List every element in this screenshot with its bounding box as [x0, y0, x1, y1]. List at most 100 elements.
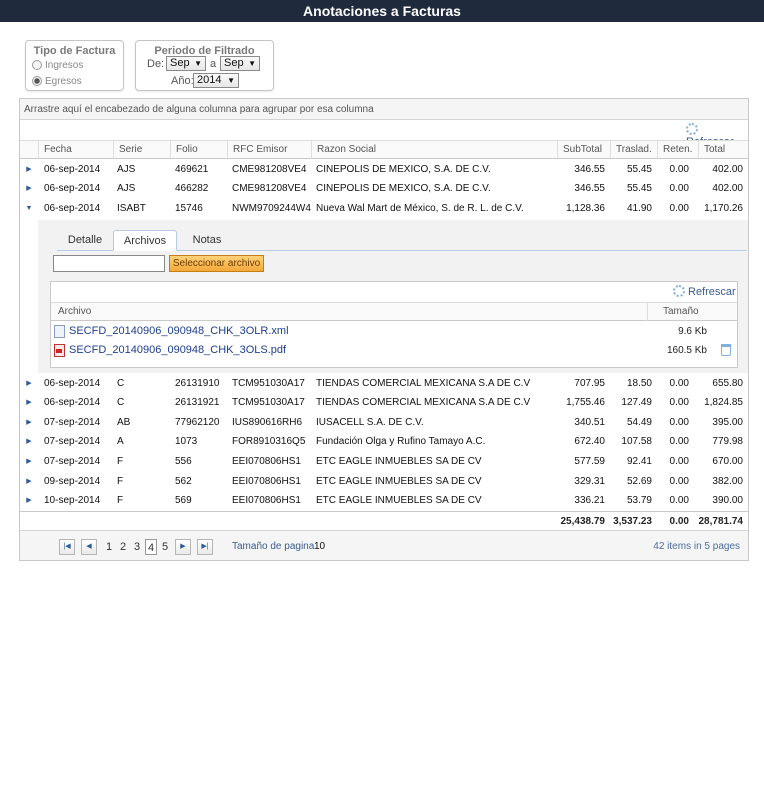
month-from-select[interactable]: Sep ▼: [166, 56, 206, 71]
radio-egresos[interactable]: Egresos: [32, 75, 82, 89]
column-header-razon-social[interactable]: Razon Social: [311, 141, 557, 159]
expand-row-icon[interactable]: ▶: [20, 452, 38, 471]
cell-rfc: EEI070806HS1: [232, 495, 301, 506]
pager-info: 42 items in 5 pages: [653, 541, 740, 552]
column-header-serie[interactable]: Serie: [113, 141, 170, 159]
cell-fecha: 10-sep-2014: [44, 495, 101, 506]
file-upload-input[interactable]: [53, 255, 165, 272]
expand-row-icon[interactable]: ▶: [20, 160, 38, 179]
month-to-value: Sep: [224, 57, 244, 69]
table-row[interactable]: ▶ 06-sep-2014 C 26131910 TCM951030A17 TIENDAS…: [20, 374, 748, 393]
cell-reten: 0.00: [669, 476, 689, 487]
expand-row-icon[interactable]: ▶: [20, 393, 38, 412]
column-header-subtotal[interactable]: SubTotal: [557, 141, 610, 159]
page-1[interactable]: 1: [103, 539, 115, 555]
column-header-traslad[interactable]: Traslad.: [610, 141, 657, 159]
page-4-current[interactable]: 4: [145, 539, 157, 555]
cell-traslad: 18.50: [626, 378, 652, 389]
page-2[interactable]: 2: [117, 539, 129, 555]
cell-subtotal: 346.55: [574, 164, 605, 175]
table-row[interactable]: ▼ 06-sep-2014 ISABT 15746 NWM9709244W4 Nueva …: [20, 199, 748, 218]
cell-razon: ETC EAGLE INMUEBLES SA DE CV: [316, 495, 482, 506]
table-row[interactable]: ▶ 09-sep-2014 F 562 EEI070806HS1 ETC EAGLE IN…: [20, 472, 748, 491]
cell-serie: F: [117, 476, 124, 487]
file-link[interactable]: SECFD_20140906_090948_CHK_3OLR.xml: [69, 322, 289, 341]
column-header-rfc[interactable]: RFC Emisor: [227, 141, 311, 159]
cell-rfc: TCM951030A17: [232, 397, 305, 408]
cell-subtotal: 1,755.46: [566, 397, 605, 408]
column-header-fecha[interactable]: Fecha: [38, 141, 113, 159]
next-page-button[interactable]: ▶: [175, 539, 191, 555]
cell-razon: ETC EAGLE INMUEBLES SA DE CV: [316, 476, 482, 487]
cell-traslad: 52.69: [626, 476, 652, 487]
expand-row-icon[interactable]: ▶: [20, 432, 38, 451]
expand-row-icon[interactable]: ▶: [20, 413, 38, 432]
table-row[interactable]: ▶ 06-sep-2014 AJS 466282 CME981208VE4 CINEPOL…: [20, 179, 748, 198]
select-file-button[interactable]: Seleccionar archivo: [169, 255, 264, 272]
expand-row-icon[interactable]: ▶: [20, 491, 38, 510]
radio-ingresos[interactable]: Ingresos: [32, 59, 83, 73]
cell-serie: AJS: [117, 164, 136, 175]
cell-folio: 562: [175, 476, 192, 487]
expand-row-icon[interactable]: ▶: [20, 374, 38, 393]
column-header-tamano[interactable]: Tamaño: [647, 303, 737, 321]
column-header-total[interactable]: Total: [698, 141, 748, 159]
cell-serie: AB: [117, 417, 131, 428]
group-by-hint[interactable]: Arrastre aquí el encabezado de alguna co…: [20, 99, 748, 120]
tab-detalle[interactable]: Detalle: [57, 230, 113, 251]
table-row[interactable]: ▶ 06-sep-2014 AJS 469621 CME981208VE4 CINEPOL…: [20, 160, 748, 179]
column-header-folio[interactable]: Folio: [170, 141, 227, 159]
cell-serie: C: [117, 378, 125, 389]
cell-fecha: 09-sep-2014: [44, 476, 101, 487]
expand-row-icon[interactable]: ▶: [20, 472, 38, 491]
radio-dot-icon: [32, 60, 42, 70]
de-label: De:: [147, 58, 165, 70]
cell-reten: 0.00: [669, 164, 689, 175]
tipo-factura-filter: Tipo de Factura Ingresos Egresos: [25, 40, 124, 91]
page-5[interactable]: 5: [159, 539, 171, 555]
month-from-value: Sep: [170, 57, 190, 69]
year-select[interactable]: 2014 ▼: [193, 73, 239, 88]
cell-subtotal: 346.55: [574, 183, 605, 194]
tab-archivos[interactable]: Archivos: [113, 230, 177, 251]
table-row[interactable]: ▶ 10-sep-2014 F 569 EEI070806HS1 ETC EAGLE IN…: [20, 491, 748, 510]
chevron-down-icon: ▼: [194, 59, 202, 68]
prev-page-button[interactable]: ◀: [81, 539, 97, 555]
xml-file-icon: [54, 325, 65, 338]
cell-fecha: 07-sep-2014: [44, 417, 101, 428]
page-size-value[interactable]: 10: [314, 539, 325, 555]
collapse-row-icon[interactable]: ▼: [20, 199, 38, 218]
cell-fecha: 06-sep-2014: [44, 203, 101, 214]
file-size: 9.6 Kb: [678, 326, 707, 337]
page-3[interactable]: 3: [131, 539, 143, 555]
table-row[interactable]: ▶ 06-sep-2014 C 26131921 TCM951030A17 TIENDAS…: [20, 393, 748, 412]
table-row[interactable]: ▶ 07-sep-2014 A 1073 FOR8910316Q5 Fundación O…: [20, 432, 748, 451]
table-row[interactable]: ▶ 07-sep-2014 F 556 EEI070806HS1 ETC EAGLE IN…: [20, 452, 748, 471]
expand-row-icon[interactable]: ▶: [20, 179, 38, 198]
cell-reten: 0.00: [669, 203, 689, 214]
first-page-button[interactable]: |◀: [59, 539, 75, 555]
cell-reten: 0.00: [669, 183, 689, 194]
cell-rfc: CME981208VE4: [232, 183, 307, 194]
file-size: 160.5 Kb: [666, 345, 707, 356]
app-title-bar: Anotaciones a Facturas: [0, 0, 764, 22]
cell-reten: 0.00: [669, 378, 689, 389]
cell-traslad: 54.49: [626, 417, 652, 428]
cell-razon: IUSACELL S.A. DE C.V.: [316, 417, 424, 428]
month-to-select[interactable]: Sep ▼: [220, 56, 260, 71]
app-title: Anotaciones a Facturas: [303, 3, 461, 19]
file-link[interactable]: SECFD_20140906_090948_CHK_3OLS.pdf: [69, 341, 286, 360]
row-detail-panel: Detalle Archivos Notas Seleccionar archi…: [38, 220, 748, 373]
cell-reten: 0.00: [669, 456, 689, 467]
column-header-reten[interactable]: Reten.: [657, 141, 698, 159]
cell-serie: ISABT: [117, 203, 146, 214]
table-row[interactable]: ▶ 07-sep-2014 AB 77962120 IUS890616RH6 IUSACE…: [20, 413, 748, 432]
delete-icon[interactable]: [721, 344, 731, 356]
files-refresh-button[interactable]: Refrescar: [673, 285, 736, 298]
tab-notas[interactable]: Notas: [181, 230, 233, 251]
column-header-archivo[interactable]: Archivo: [51, 303, 647, 321]
cell-folio: 26131910: [175, 378, 220, 389]
cell-rfc: EEI070806HS1: [232, 456, 301, 467]
total-total: 28,781.74: [698, 516, 744, 527]
last-page-button[interactable]: ▶|: [197, 539, 213, 555]
